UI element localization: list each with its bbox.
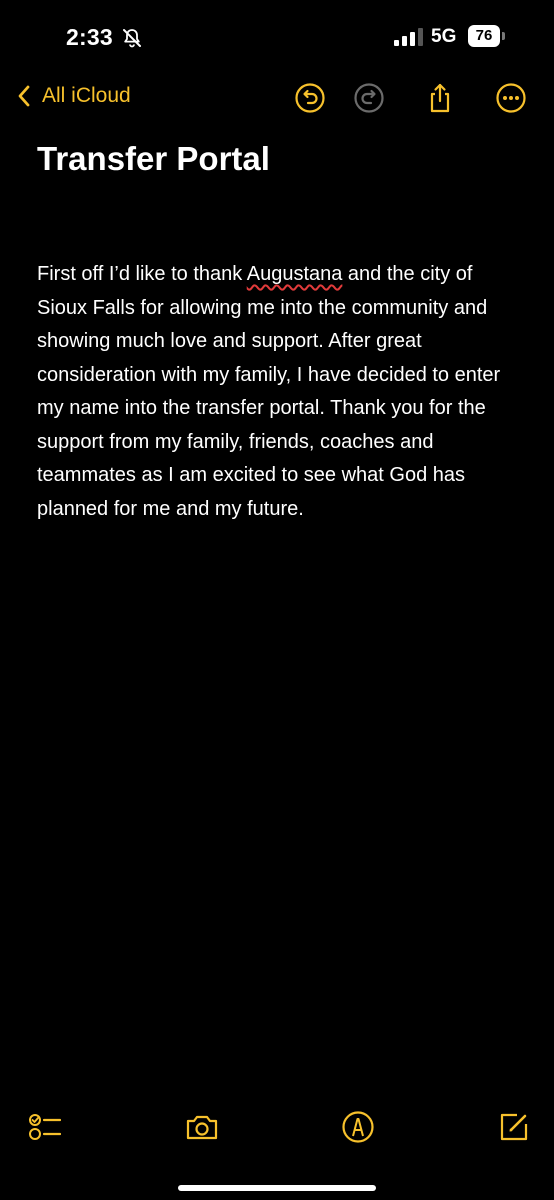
- checklist-icon[interactable]: [27, 1110, 61, 1144]
- undo-icon[interactable]: [294, 82, 326, 114]
- status-time: 2:33: [66, 24, 113, 50]
- battery-icon: 76: [468, 25, 506, 47]
- battery-cap: [502, 32, 505, 40]
- nav-bar: All iCloud: [0, 74, 554, 124]
- compose-icon[interactable]: [497, 1110, 531, 1144]
- camera-icon[interactable]: [185, 1110, 219, 1144]
- chevron-left-icon: [18, 85, 30, 107]
- back-button[interactable]: All iCloud: [16, 84, 131, 108]
- status-bar: 2:33 5G 76: [0, 0, 554, 74]
- share-icon[interactable]: [424, 82, 456, 114]
- bottom-toolbar: [0, 1100, 554, 1160]
- cellular-signal-icon: [394, 28, 423, 46]
- network-type: 5G: [431, 26, 457, 47]
- note-title[interactable]: Transfer Portal: [37, 140, 270, 178]
- redo-icon[interactable]: [353, 82, 385, 114]
- silent-bell-icon: [123, 29, 141, 48]
- back-label: All iCloud: [42, 84, 131, 107]
- note-body[interactable]: First off I’d like to thank Augustana an…: [37, 258, 523, 526]
- note-body-text: First off I’d like to thank: [37, 263, 247, 285]
- misspelled-word[interactable]: Augustana: [247, 263, 343, 285]
- note-body-text-continued: and the city of Sioux Falls for allowing…: [37, 263, 501, 520]
- battery-level: 76: [468, 25, 500, 47]
- markup-pen-icon[interactable]: [341, 1110, 375, 1144]
- home-indicator: [178, 1185, 376, 1191]
- more-icon[interactable]: [495, 82, 527, 114]
